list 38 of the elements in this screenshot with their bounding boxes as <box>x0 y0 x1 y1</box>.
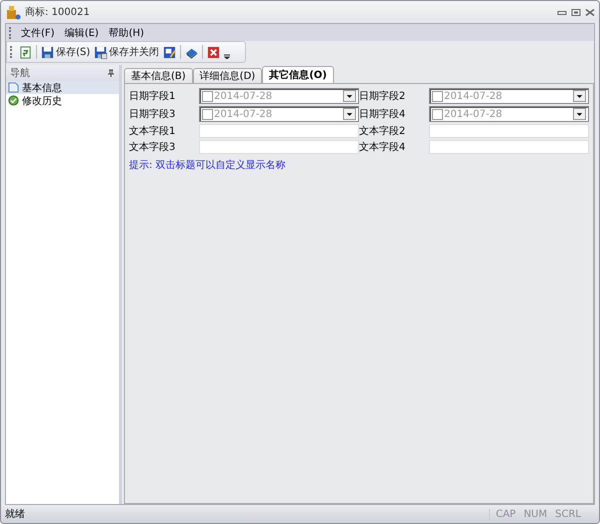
checkbox[interactable] <box>432 90 443 102</box>
field-label: 日期字段4 <box>359 108 406 121</box>
menu-item[interactable]: 编辑(E) <box>60 26 104 40</box>
tab[interactable]: 详细信息(D) <box>192 68 262 83</box>
save-button[interactable]: 保存(S) <box>39 43 92 61</box>
checkbox[interactable] <box>202 90 213 102</box>
tab[interactable]: 基本信息(B) <box>124 68 193 83</box>
tab[interactable]: 其它信息(O) <box>262 66 334 83</box>
field-label: 日期字段2 <box>359 90 406 103</box>
field-label: 文本字段1 <box>129 124 176 138</box>
text-field[interactable] <box>429 124 589 138</box>
field-label: 文本字段4 <box>359 140 406 154</box>
key-indicator: NUM <box>524 508 548 520</box>
nav-item[interactable]: 修改历史 <box>6 94 119 107</box>
window-title: 商标: 100021 <box>25 6 91 19</box>
maximize-icon[interactable] <box>571 8 581 16</box>
text-field[interactable] <box>429 140 589 154</box>
nav-item[interactable]: 基本信息 <box>6 81 119 94</box>
key-indicator: CAP <box>496 508 516 520</box>
floppy-disk-close-icon <box>94 46 108 58</box>
save-close-button[interactable]: 保存并关闭 <box>92 43 162 61</box>
text-field[interactable] <box>199 124 359 138</box>
text-field[interactable] <box>199 140 359 154</box>
field-label: 文本字段2 <box>359 124 406 138</box>
menu-item[interactable]: 帮助(H) <box>104 26 150 40</box>
close-icon[interactable] <box>585 8 595 16</box>
pin-icon[interactable] <box>107 69 115 77</box>
menu-item[interactable]: 文件(F) <box>16 26 60 40</box>
app-icon <box>5 4 21 20</box>
key-indicator: SCRL <box>555 508 581 520</box>
checkbox[interactable] <box>432 108 443 120</box>
panel-title: 导航 <box>10 66 30 80</box>
checkbox[interactable] <box>202 108 213 120</box>
hint-text: 提示: 双击标题可以自定义显示名称 <box>129 158 287 172</box>
field-label: 文本字段3 <box>129 140 176 154</box>
field-label: 日期字段1 <box>129 90 176 103</box>
status-text: 就绪 <box>5 508 25 521</box>
field-label: 日期字段3 <box>129 108 176 121</box>
